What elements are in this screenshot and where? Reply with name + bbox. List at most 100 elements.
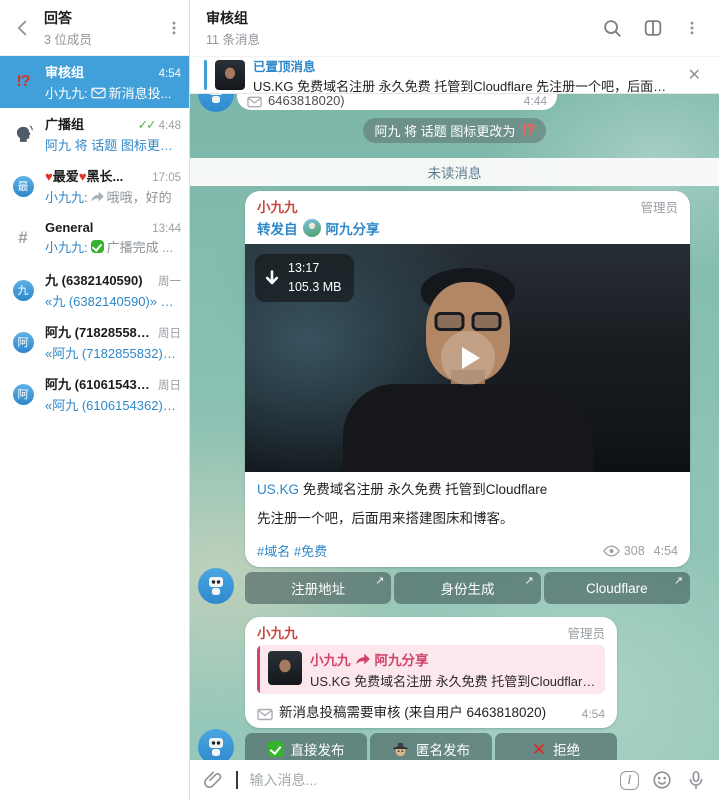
group-info[interactable]: 回答 3 位成员: [44, 8, 155, 48]
forward-channel-name: 阿九分享: [325, 222, 380, 237]
pinned-message-bar[interactable]: 已置顶消息 US.KG 免费域名注册 永久免费 托管到Cloudflare 先注…: [190, 56, 719, 94]
split-view-icon[interactable]: [642, 17, 664, 39]
hashtags[interactable]: #域名 #免费: [257, 541, 603, 560]
publish-anonymously-button[interactable]: 匿名发布: [370, 733, 492, 760]
cloudflare-url-button[interactable]: Cloudflare ↗: [543, 572, 690, 605]
reject-button[interactable]: ✕ 拒绝: [495, 733, 617, 760]
message-time: 4:54: [581, 707, 605, 722]
message-bubble[interactable]: 新消息投稿需要审核 (来自用户 6463818020) 4:44: [237, 94, 557, 110]
chat-header: 审核组 11 条消息: [190, 0, 719, 56]
reply-forward-target: 阿九分享: [374, 653, 429, 669]
publish-directly-button[interactable]: 直接发布: [245, 733, 367, 760]
preview-text: «九 (6382140590)» 已创...: [45, 294, 181, 309]
preview-text: 新消息投...: [108, 86, 172, 101]
external-link-icon: ↗: [524, 575, 534, 588]
reply-quote[interactable]: 小九九 阿九分享 US.KG 免费域名注册 永久免费 托管到Cloudflare…: [257, 645, 605, 695]
chat-bubble-avatar: 阿: [8, 331, 38, 353]
heart-icon: ♥: [45, 169, 53, 184]
forwarded-from[interactable]: 转发自 阿九分享: [257, 218, 678, 238]
message-input[interactable]: [249, 772, 608, 788]
caption-line-1: US.KG 免费域名注册 永久免费 托管到Cloudflare: [257, 482, 548, 497]
close-pinned-icon[interactable]: ✕: [684, 63, 705, 87]
chat-menu-button[interactable]: [683, 19, 701, 37]
message-group-review: 小九九 管理员 小九九 阿九分享 US.KG 免费域名注册 永久免费 托管到Cl…: [198, 617, 719, 760]
topic-title: General: [45, 220, 94, 235]
preview-sender: 小九九:: [45, 86, 88, 101]
reply-thumbnail: [268, 651, 302, 686]
bot-avatar[interactable]: [198, 94, 234, 112]
admin-badge: 管理员: [640, 201, 678, 215]
message-text: 新消息投稿需要审核 (来自用户 6463818020): [279, 705, 547, 721]
chat-circle-avatar: 九: [8, 279, 38, 301]
attach-icon[interactable]: [202, 769, 224, 791]
caption-line-2: 先注册一个吧，后面用来搭建图床和博客。: [257, 511, 514, 527]
sidebar-item-broadcast-group[interactable]: 广播组 ✓✓ 4:48 阿九 将 话题 图标更改...: [0, 108, 189, 160]
emoji-icon[interactable]: [651, 769, 673, 791]
chat-time: 周日: [158, 380, 181, 392]
sender-name[interactable]: 小九九: [257, 196, 640, 216]
sidebar-item-general[interactable]: # General 13:44 小九九: 广播完成 ...: [0, 212, 189, 264]
inline-keyboard: 直接发布 匿名发布 ✕ 拒绝: [245, 733, 617, 760]
sidebar-item-favorites[interactable]: 最 ♥最爱♥黑长... 17:05 小九九: 哦哦，好的: [0, 160, 189, 212]
service-text: 阿九 将 话题 图标更改为: [374, 124, 516, 139]
register-url-button[interactable]: 注册地址 ↗: [245, 572, 392, 605]
message-text: 新消息投稿需要审核 (来自用户 6463818020): [268, 94, 345, 108]
envelope-icon: [247, 96, 262, 108]
download-icon: [265, 269, 279, 285]
admin-badge: 管理员: [567, 627, 605, 642]
message-bubble[interactable]: 小九九 管理员 小九九 阿九分享 US.KG 免费域名注册 永久免费 托管到Cl…: [245, 617, 617, 729]
sidebar-header: 回答 3 位成员: [0, 0, 189, 56]
video-download-badge[interactable]: 13:17 105.3 MB: [255, 254, 354, 302]
message-composer: /: [190, 760, 719, 800]
sender-name[interactable]: 小九九: [257, 622, 567, 642]
pinned-accent-bar: [204, 60, 207, 90]
preview-text: 阿九 将 话题 图标更改...: [45, 138, 181, 153]
topic-title: 审核组: [45, 65, 85, 80]
preview-sender: 小九九:: [45, 190, 88, 205]
sidebar-menu-button[interactable]: [165, 19, 183, 37]
forward-channel-avatar: [302, 219, 321, 237]
sidebar-item-jiu[interactable]: 九 九 (6382140590) 周一 «九 (6382140590)» 已创.…: [0, 264, 189, 316]
view-count: 308: [603, 544, 645, 558]
partially-hidden-message: 新消息投稿需要审核 (来自用户 6463818020) 4:44: [190, 94, 719, 112]
topic-time: 17:05: [152, 172, 181, 184]
message-group-video: 小九九 管理员 转发自 阿九分享 13:17 105.3 MB US.KG 免费…: [198, 191, 719, 605]
preview-text: «阿九 (7182855832)» 已...: [45, 346, 181, 361]
sidebar-item-ajiu-2[interactable]: 阿 阿九 (6106154362) 周日 «阿九 (6106154362)» 已…: [0, 368, 189, 420]
topic-time: 4:54: [158, 68, 181, 80]
bot-avatar[interactable]: [198, 568, 234, 605]
sidebar-item-review-group[interactable]: !? 审核组 4:54 小九九: 新消息投...: [0, 56, 189, 108]
topics-sidebar: 回答 3 位成员 !? 审核组 4:54 小九九: 新消息投... 广播组 ✓✓…: [0, 0, 190, 800]
chat-header-info[interactable]: 审核组 11 条消息: [206, 8, 582, 48]
message-area: 新消息投稿需要审核 (来自用户 6463818020) 4:44 阿九 将 话题…: [190, 94, 719, 760]
forward-arrow-icon: [90, 191, 104, 202]
bot-avatar[interactable]: [198, 729, 234, 760]
microphone-icon[interactable]: [685, 769, 707, 791]
chat-time: 周一: [158, 276, 181, 288]
message-bubble[interactable]: 小九九 管理员 转发自 阿九分享 13:17 105.3 MB US.KG 免费…: [245, 191, 690, 568]
play-button[interactable]: [440, 331, 495, 385]
chat-title: 阿九 (7182855832): [45, 325, 154, 340]
caption-link[interactable]: US.KG: [257, 482, 299, 497]
interrobang-icon: !?: [521, 121, 535, 139]
pinned-label: 已置顶消息: [253, 59, 316, 74]
sidebar-item-ajiu-1[interactable]: 阿 阿九 (7182855832) 周日 «阿九 (7182855832)» 已…: [0, 316, 189, 368]
inline-keyboard: 注册地址 ↗ 身份生成 ↗ Cloudflare ↗: [245, 572, 690, 605]
topic-time: 13:44: [152, 223, 181, 235]
chat-title: 九 (6382140590): [45, 273, 143, 288]
telegram-window: 回答 3 位成员 !? 审核组 4:54 小九九: 新消息投... 广播组 ✓✓…: [0, 0, 719, 800]
service-message[interactable]: 阿九 将 话题 图标更改为 !?: [362, 118, 547, 143]
reply-snippet: US.KG 免费域名注册 永久免费 托管到Cloudflare 先...: [310, 674, 597, 690]
group-members-count: 3 位成员: [44, 32, 92, 47]
search-icon[interactable]: [601, 17, 623, 39]
hash-topic-icon: #: [18, 228, 28, 247]
envelope-icon: [90, 87, 106, 99]
bot-commands-icon[interactable]: /: [620, 770, 639, 790]
back-button[interactable]: [12, 17, 34, 39]
external-link-icon: ↗: [375, 575, 385, 588]
identity-generate-url-button[interactable]: 身份生成 ↗: [394, 572, 541, 605]
chat-pane: 审核组 11 条消息 已置顶消息 US.KG 免费域名注册 永久免费 托管到Cl…: [190, 0, 719, 800]
speaking-head-topic-icon: [8, 124, 38, 144]
detective-icon: [393, 742, 408, 757]
video-player[interactable]: 13:17 105.3 MB: [245, 244, 690, 472]
